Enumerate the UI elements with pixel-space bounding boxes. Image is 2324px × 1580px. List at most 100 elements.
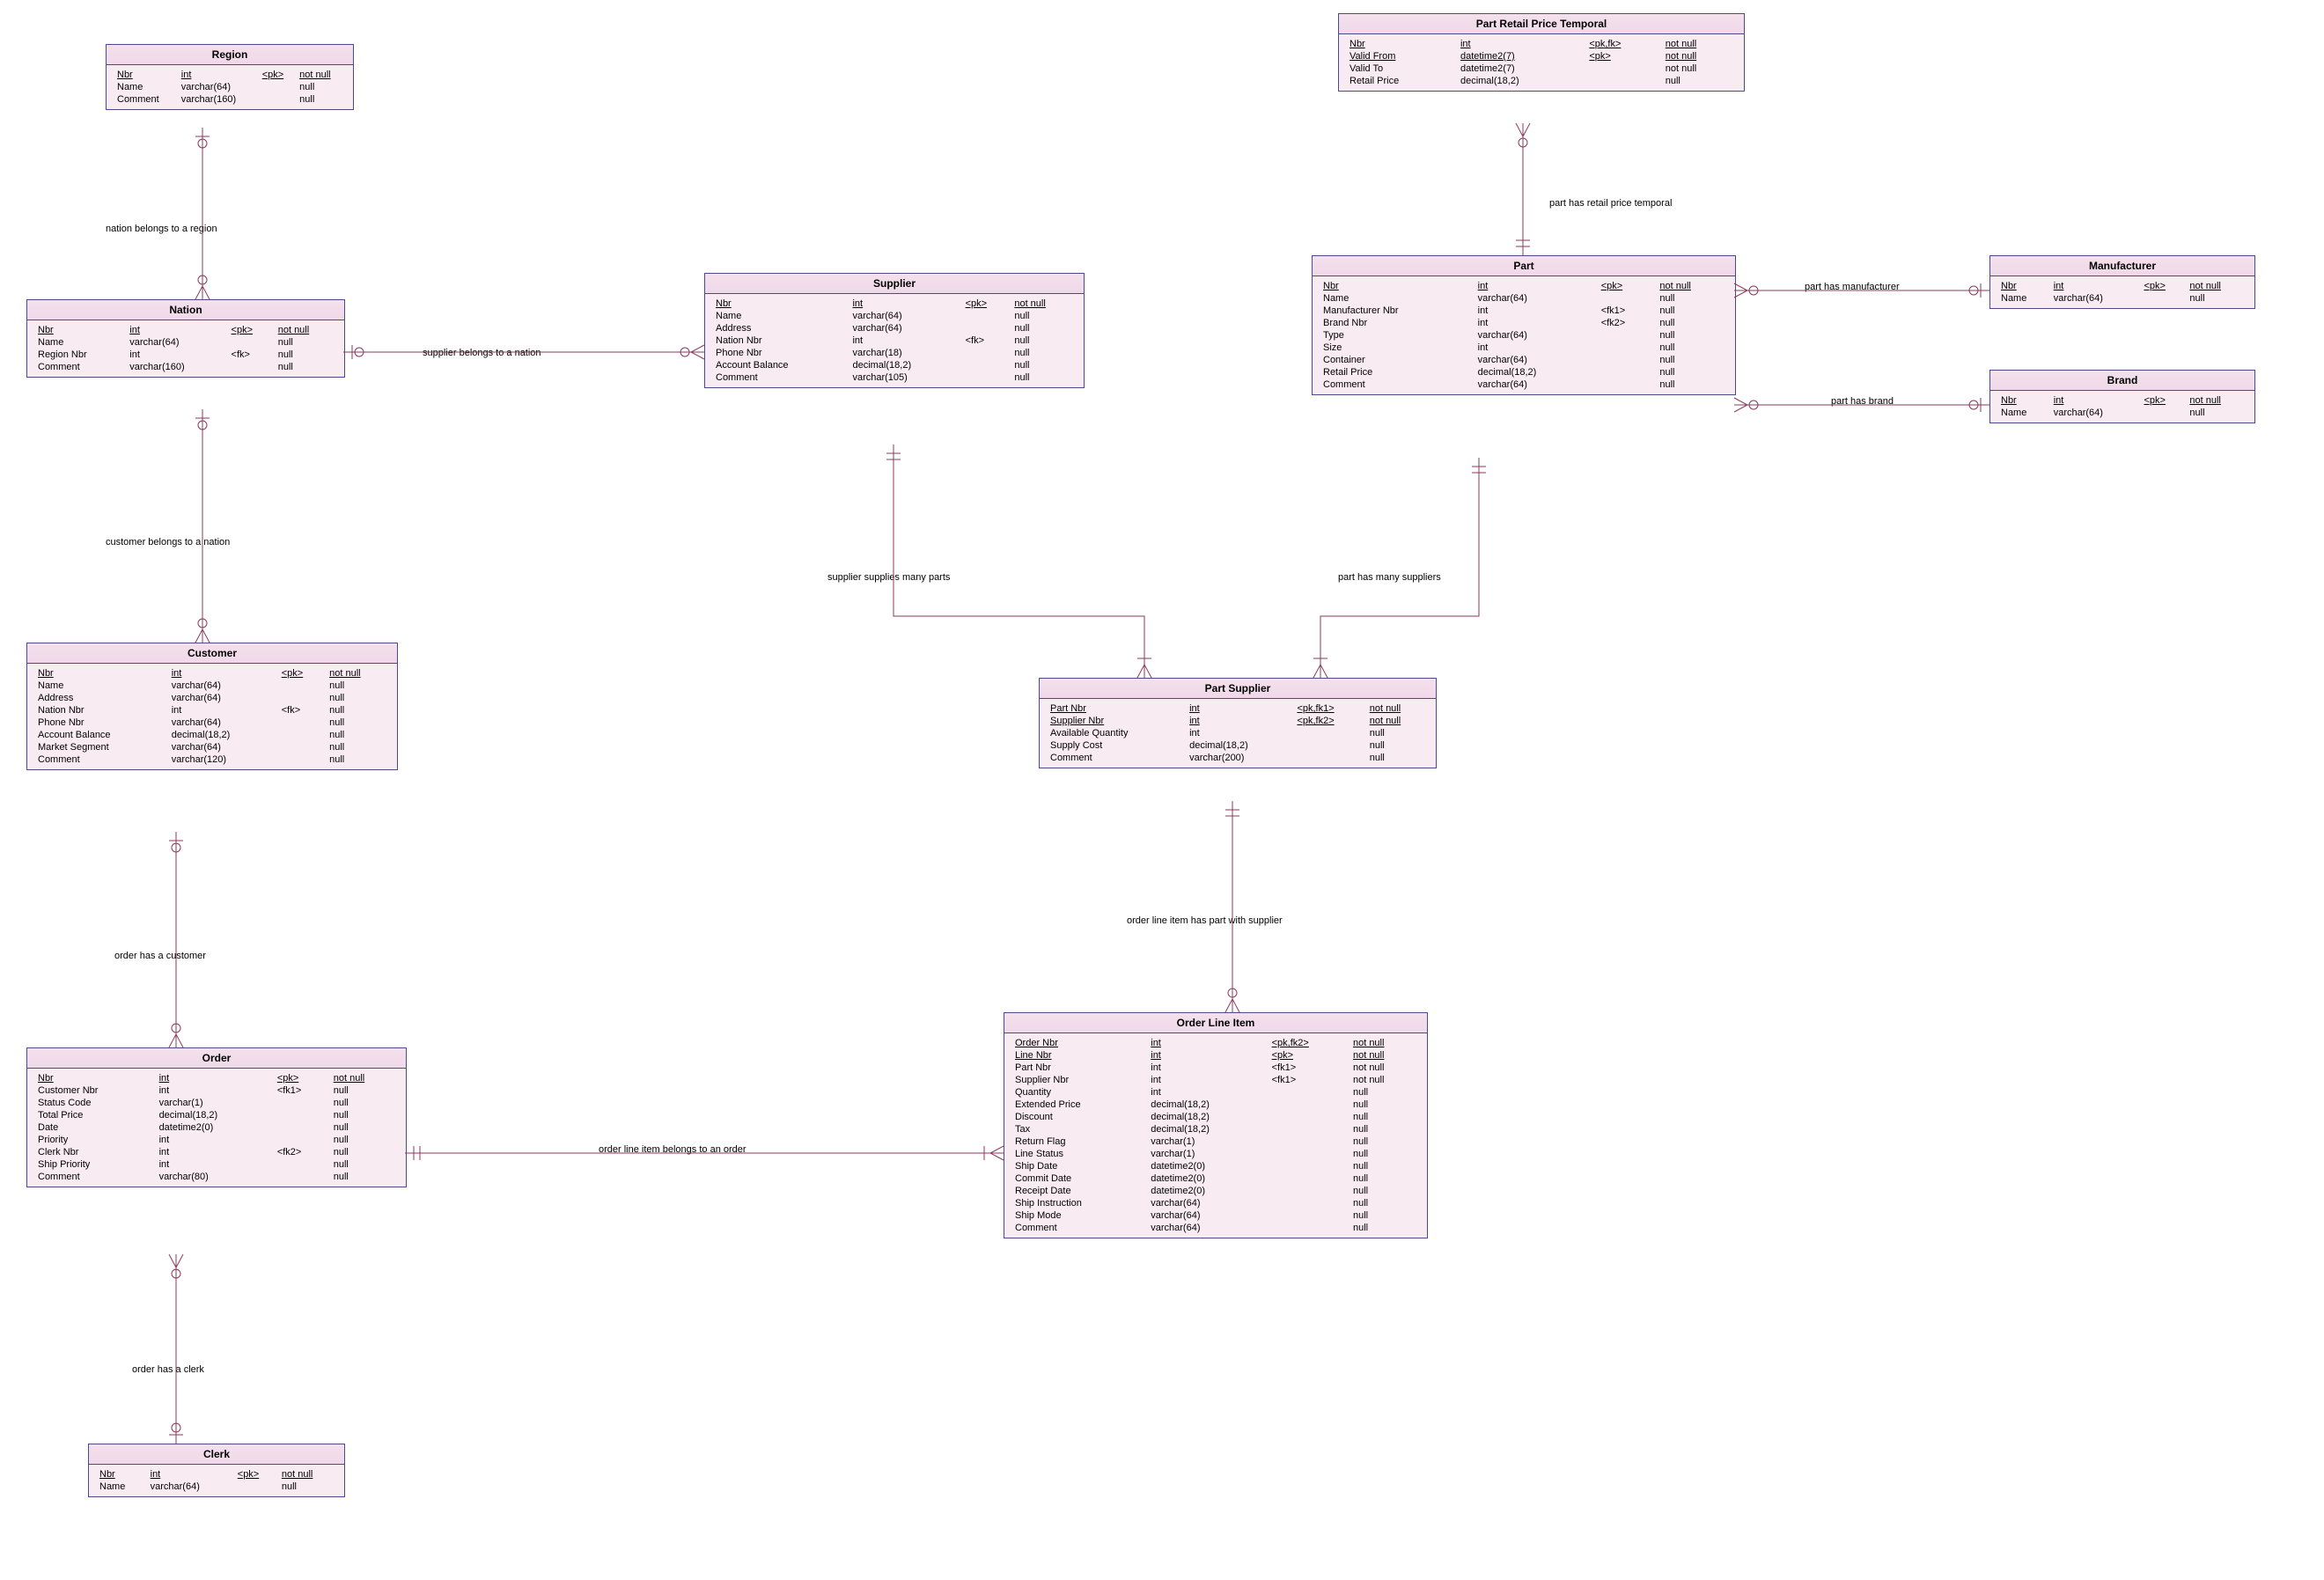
entity-col-cell [962, 359, 1011, 371]
entity-col-cell: null [1011, 371, 1077, 384]
entity-col-cell: Ship Priority [34, 1158, 156, 1171]
entity-col-cell: decimal(18,2) [1147, 1123, 1268, 1135]
entity-col-cell: Retail Price [1346, 75, 1457, 87]
entity-col-cell [228, 361, 275, 373]
entity-title: Manufacturer [1990, 256, 2254, 276]
entity-col-cell [278, 741, 326, 753]
entity-col-cell: Nbr [1346, 38, 1457, 50]
entity-col-cell [1585, 62, 1661, 75]
entity-col-cell: int [849, 334, 961, 347]
entity-body: Nbrint<pk>not nullNamevarchar(64)null [1990, 276, 2254, 308]
entity-col-cell: Account Balance [712, 359, 849, 371]
entity-body: Nbrint<pk>not nullNamevarchar(64)nullMan… [1313, 276, 1735, 394]
entity-body: Nbrint<pk,fk>not nullValid Fromdatetime2… [1339, 34, 1744, 91]
entity-col-cell [1585, 75, 1661, 87]
entity-supplier: Supplier Nbrint<pk>not nullNamevarchar(6… [704, 273, 1085, 388]
entity-col-cell: <fk2> [1598, 317, 1657, 329]
entity-col-cell: Nation Nbr [34, 704, 168, 717]
entity-col-cell: int [2050, 394, 2141, 407]
entity-order: Order Nbrint<pk>not nullCustomer Nbrint<… [26, 1047, 407, 1187]
entity-col-cell: Line Status [1011, 1148, 1147, 1160]
entity-col-cell: null [1656, 354, 1728, 366]
entity-col-cell: int [126, 324, 227, 336]
entity-col-cell: varchar(64) [1475, 354, 1598, 366]
entity-col-cell [1293, 739, 1365, 752]
entity-title: Part [1313, 256, 1735, 276]
entity-col-cell: int [1147, 1037, 1268, 1049]
entity-col-cell [1598, 292, 1657, 305]
entity-col-cell [1269, 1086, 1350, 1099]
entity-col-cell: int [1186, 715, 1293, 727]
entity-col-cell: null [1011, 347, 1077, 359]
entity-col-cell [1293, 752, 1365, 764]
entity-col-cell: Comment [712, 371, 849, 384]
entity-col-cell: Ship Date [1011, 1160, 1147, 1172]
entity-col-cell: varchar(64) [1475, 292, 1598, 305]
entity-col-cell: int [178, 69, 259, 81]
entity-body: Nbrint<pk>not nullNamevarchar(64)nullAdd… [27, 664, 397, 769]
entity-col-cell: null [278, 1481, 337, 1493]
entity-col-cell: not null [1662, 38, 1737, 50]
entity-clerk: Clerk Nbrint<pk>not nullNamevarchar(64)n… [88, 1444, 345, 1497]
entity-col-cell: Address [712, 322, 849, 334]
entity-col-cell: int [156, 1134, 274, 1146]
entity-col-cell: int [156, 1146, 274, 1158]
entity-col-cell: null [1366, 752, 1429, 764]
entity-col-cell: int [1475, 317, 1598, 329]
entity-col-cell: Return Flag [1011, 1135, 1147, 1148]
entity-col-cell: <pk> [1269, 1049, 1350, 1062]
entity-col-cell: Container [1320, 354, 1475, 366]
entity-col-cell [274, 1121, 330, 1134]
entity-col-cell: not null [1350, 1037, 1420, 1049]
entity-col-cell [228, 336, 275, 349]
entity-col-cell: null [1350, 1172, 1420, 1185]
entity-col-cell: int [168, 667, 278, 680]
entity-col-cell: datetime2(0) [1147, 1160, 1268, 1172]
entity-col-cell: decimal(18,2) [849, 359, 961, 371]
entity-col-cell: Supply Cost [1047, 739, 1186, 752]
entity-col-cell: int [156, 1072, 274, 1084]
entity-col-cell: null [330, 1134, 399, 1146]
entity-col-cell: Nbr [114, 69, 178, 81]
rel-label: supplier supplies many parts [827, 572, 950, 583]
entity-col-cell: Supplier Nbr [1047, 715, 1186, 727]
entity-col-cell: Available Quantity [1047, 727, 1186, 739]
entity-col-cell [259, 93, 296, 106]
entity-col-cell [278, 729, 326, 741]
entity-partsupplier: Part Supplier Part Nbrint<pk,fk1>not nul… [1039, 678, 1437, 768]
entity-body: Nbrint<pk>not nullNamevarchar(64)nullReg… [27, 320, 344, 377]
entity-col-cell: datetime2(0) [156, 1121, 274, 1134]
entity-col-cell: not null [275, 324, 337, 336]
entity-col-cell: int [1147, 1074, 1268, 1086]
entity-col-cell: not null [296, 69, 346, 81]
entity-col-cell: decimal(18,2) [1475, 366, 1598, 378]
entity-col-cell: null [1656, 366, 1728, 378]
entity-col-cell [962, 310, 1011, 322]
entity-col-cell: varchar(1) [156, 1097, 274, 1109]
entity-col-cell: Tax [1011, 1123, 1147, 1135]
entity-customer: Customer Nbrint<pk>not nullNamevarchar(6… [26, 643, 398, 770]
entity-col-cell: int [156, 1084, 274, 1097]
entity-col-cell [1269, 1222, 1350, 1234]
entity-prt: Part Retail Price Temporal Nbrint<pk,fk>… [1338, 13, 1745, 92]
entity-col-cell: Nbr [712, 298, 849, 310]
entity-col-cell: <pk> [274, 1072, 330, 1084]
rel-label: customer belongs to a nation [106, 537, 230, 547]
entity-col-cell: <pk,fk> [1585, 38, 1661, 50]
entity-col-cell: Nbr [96, 1468, 147, 1481]
entity-col-cell: varchar(1) [1147, 1148, 1268, 1160]
entity-col-cell: <pk,fk2> [1269, 1037, 1350, 1049]
entity-col-cell: varchar(64) [2050, 407, 2141, 419]
entity-col-cell: varchar(64) [1147, 1209, 1268, 1222]
entity-title: Clerk [89, 1444, 344, 1465]
entity-col-cell: Nbr [1997, 394, 2050, 407]
entity-col-cell: int [147, 1468, 234, 1481]
entity-col-cell: varchar(64) [168, 692, 278, 704]
rel-label: part has many suppliers [1338, 572, 1441, 583]
entity-col-cell: Ship Instruction [1011, 1197, 1147, 1209]
entity-col-cell: varchar(64) [1147, 1197, 1268, 1209]
entity-col-cell: null [1350, 1099, 1420, 1111]
entity-col-cell: varchar(18) [849, 347, 961, 359]
entity-col-cell: Part Nbr [1011, 1062, 1147, 1074]
entity-col-cell: varchar(64) [1475, 378, 1598, 391]
